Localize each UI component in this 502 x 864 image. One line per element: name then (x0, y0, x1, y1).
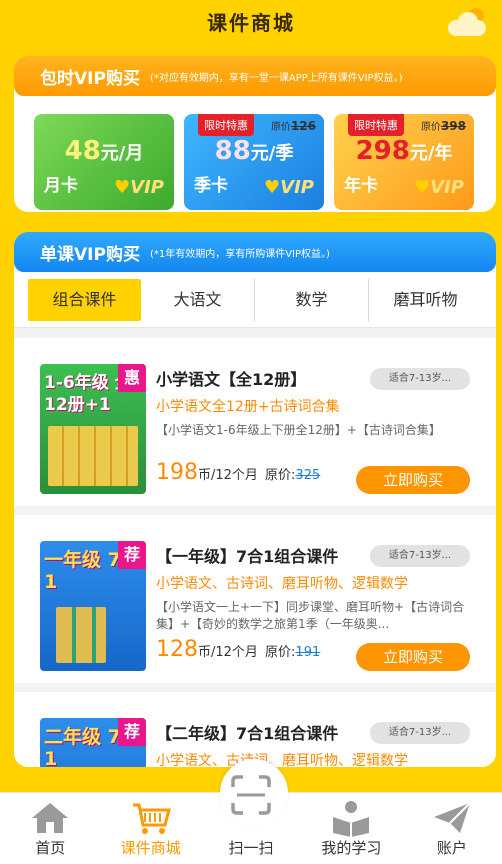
single-course-panel: 单课VIP购买 (*1年有效期内，享有所购课件VIP权益。) 组合课件 大语文 … (14, 232, 496, 767)
vip-logo-icon: ♥VIP (264, 177, 314, 198)
course-cover: 一年级 7合1 荐 (40, 541, 146, 671)
course-item[interactable]: 二年级 7合1 荐 【二年级】7合1组合课件 适合7-13岁... 小学语文、古… (14, 692, 496, 767)
badge: 荐 (118, 718, 146, 746)
limited-offer-tag: 限时特惠 (348, 114, 404, 136)
top-bar: 课件商城 (0, 0, 502, 46)
badge: 荐 (118, 541, 146, 569)
vip-logo-icon: ♥VIP (114, 177, 164, 198)
monthly-unit: 元/月 (100, 143, 144, 164)
reading-icon (333, 801, 370, 837)
cart-icon (132, 803, 171, 834)
course-title: 小学语文【全12册】 (156, 370, 307, 389)
tabbar-scan-label: 扫一扫 (228, 839, 274, 857)
yearly-kind: 年卡 (344, 176, 378, 196)
course-description: 【小学语文1-6年级上下册全12册】+【古诗词合集】 (156, 423, 441, 437)
course-title: 【二年级】7合1组合课件 (156, 724, 339, 743)
buy-now-button[interactable]: 立即购买 (356, 466, 470, 494)
book-stack-image (56, 607, 106, 663)
course-description: 【小学语文一上+一下】同步课堂、磨耳听物+【古诗词合集】+【奇妙的数学之旅第1季… (156, 600, 465, 631)
yearly-card[interactable]: 限时特惠 原价398 298元/年 年卡 ♥VIP (334, 114, 474, 210)
tabbar-my-study[interactable]: 我的学习 (301, 793, 401, 864)
tabbar-my-study-label: 我的学习 (321, 839, 382, 857)
paper-plane-icon (433, 802, 471, 833)
tab-combo[interactable]: 组合课件 (28, 278, 141, 321)
course-title: 【一年级】7合1组合课件 (156, 547, 339, 566)
course-cover: 1-6年级 全12册+1 惠 (40, 364, 146, 494)
course-subtitle: 小学语文全12册+古诗词合集 (156, 399, 340, 415)
yearly-price: 298 (355, 136, 410, 166)
course-cover: 二年级 7合1 荐 (40, 718, 146, 767)
bottom-tab-bar: 首页 课件商城 扫一扫 我的学习 账户 (0, 759, 502, 864)
yearly-unit: 元/年 (409, 143, 453, 164)
monthly-kind: 月卡 (44, 176, 78, 196)
tabbar-store-label: 课件商城 (120, 839, 181, 857)
course-item[interactable]: 1-6年级 全12册+1 惠 小学语文【全12册】 适合7-13岁... 小学语… (14, 338, 496, 506)
course-item[interactable]: 一年级 7合1 荐 【一年级】7合1组合课件 适合7-13岁... 小学语文、古… (14, 515, 496, 683)
quarterly-unit: 元/季 (250, 143, 294, 164)
quarterly-kind: 季卡 (194, 176, 228, 196)
book-stack-image (48, 426, 138, 486)
single-course-note: (*1年有效期内，享有所购课件VIP权益。) (149, 248, 330, 260)
course-subtitle: 小学语文、古诗词、磨耳听物、逻辑数学 (156, 753, 408, 767)
vip-purchase-header: 包时VIP购买 (*对应有效期内，享有一堂一课APP上所有课件VIP权益。) (14, 56, 496, 96)
category-tabs: 组合课件 大语文 数学 磨耳听物 (14, 272, 496, 328)
course-price: 198币/12个月 原价:325 (156, 460, 321, 485)
tabbar-account[interactable]: 账户 (402, 793, 502, 864)
badge: 惠 (118, 364, 146, 392)
quarterly-price: 88 (214, 136, 251, 166)
age-badge: 适合7-13岁... (370, 722, 470, 744)
quarterly-card[interactable]: 限时特惠 原价126 88元/季 季卡 ♥VIP (184, 114, 324, 210)
tabbar-scan[interactable]: 扫一扫 (201, 775, 301, 864)
page-title: 课件商城 (207, 11, 295, 35)
tabbar-home[interactable]: 首页 (0, 793, 100, 864)
tabbar-account-label: 账户 (436, 839, 467, 857)
age-badge: 适合7-13岁... (370, 368, 470, 390)
yearly-original-price: 原价398 (420, 119, 466, 133)
scan-icon (231, 775, 271, 815)
home-icon (32, 803, 69, 833)
monthly-price: 48 (64, 136, 101, 166)
single-course-header: 单课VIP购买 (*1年有效期内，享有所购课件VIP权益。) (14, 232, 496, 272)
course-price: 128币/12个月 原价:191 (156, 637, 321, 662)
age-badge: 适合7-13岁... (370, 545, 470, 567)
tab-math[interactable]: 数学 (255, 278, 369, 321)
quarterly-original-price: 原价126 (270, 119, 316, 133)
tabbar-home-label: 首页 (35, 839, 66, 857)
tabbar-store[interactable]: 课件商城 (100, 793, 200, 864)
single-course-title: 单课VIP购买 (40, 244, 140, 265)
monthly-card[interactable]: 48元/月 月卡 ♥VIP (34, 114, 174, 210)
tab-listening[interactable]: 磨耳听物 (369, 279, 482, 321)
vip-purchase-panel: 包时VIP购买 (*对应有效期内，享有一堂一课APP上所有课件VIP权益。) 4… (14, 56, 496, 212)
limited-offer-tag: 限时特惠 (198, 114, 254, 136)
weather-cloud-icon (442, 8, 488, 38)
buy-now-button[interactable]: 立即购买 (356, 643, 470, 671)
vip-logo-icon: ♥VIP (414, 177, 464, 198)
vip-purchase-note: (*对应有效期内，享有一堂一课APP上所有课件VIP权益。) (149, 72, 403, 84)
vip-purchase-title: 包时VIP购买 (40, 68, 140, 89)
course-subtitle: 小学语文、古诗词、磨耳听物、逻辑数学 (156, 576, 408, 592)
tab-chinese[interactable]: 大语文 (141, 278, 255, 321)
